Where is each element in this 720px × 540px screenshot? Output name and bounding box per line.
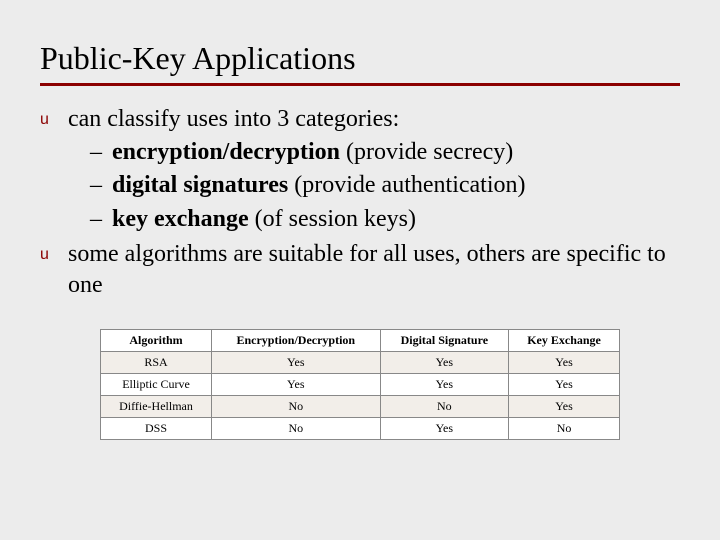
dash-icon: – — [90, 204, 112, 235]
bullet-icon: u — [40, 104, 68, 135]
dash-icon: – — [90, 137, 112, 168]
bullet-icon: u — [40, 239, 68, 301]
sub-text-rest: (of session keys) — [249, 206, 416, 232]
table-body: RSA Yes Yes Yes Elliptic Curve Yes Yes Y… — [101, 352, 620, 440]
sub-text-rest: (provide secrecy) — [340, 139, 513, 165]
sub-item-2: – digital signatures (provide authentica… — [90, 170, 680, 201]
table-row: RSA Yes Yes Yes — [101, 352, 620, 374]
bullet-item-1: u can classify uses into 3 categories: — [40, 104, 680, 135]
table-head: Algorithm Encryption/Decryption Digital … — [101, 330, 620, 352]
col-header: Digital Signature — [380, 330, 509, 352]
title-underline — [40, 83, 680, 86]
slide-body: u can classify uses into 3 categories: –… — [40, 104, 680, 301]
cell: Yes — [380, 418, 509, 440]
col-header: Encryption/Decryption — [212, 330, 381, 352]
sub-text-bold: key exchange — [112, 206, 249, 232]
cell: Yes — [509, 374, 620, 396]
cell: Yes — [380, 352, 509, 374]
cell: DSS — [101, 418, 212, 440]
sub-text: encryption/decryption (provide secrecy) — [112, 137, 680, 168]
sub-text: key exchange (of session keys) — [112, 204, 680, 235]
bullet-text: can classify uses into 3 categories: — [68, 104, 680, 135]
slide: Public-Key Applications u can classify u… — [0, 0, 720, 540]
bullet-text: some algorithms are suitable for all use… — [68, 239, 680, 301]
cell: Elliptic Curve — [101, 374, 212, 396]
cell: No — [509, 418, 620, 440]
sub-item-1: – encryption/decryption (provide secrecy… — [90, 137, 680, 168]
cell: Yes — [509, 396, 620, 418]
table-row: Elliptic Curve Yes Yes Yes — [101, 374, 620, 396]
algorithm-table: Algorithm Encryption/Decryption Digital … — [100, 329, 620, 440]
cell: RSA — [101, 352, 212, 374]
table-header-row: Algorithm Encryption/Decryption Digital … — [101, 330, 620, 352]
slide-title: Public-Key Applications — [40, 40, 680, 77]
cell: Diffie-Hellman — [101, 396, 212, 418]
table-row: DSS No Yes No — [101, 418, 620, 440]
sub-text-bold: encryption/decryption — [112, 139, 340, 165]
cell: Yes — [380, 374, 509, 396]
algorithm-table-wrap: Algorithm Encryption/Decryption Digital … — [100, 329, 620, 440]
cell: No — [380, 396, 509, 418]
sub-item-3: – key exchange (of session keys) — [90, 204, 680, 235]
table-row: Diffie-Hellman No No Yes — [101, 396, 620, 418]
sub-text: digital signatures (provide authenticati… — [112, 170, 680, 201]
cell: Yes — [509, 352, 620, 374]
col-header: Algorithm — [101, 330, 212, 352]
cell: Yes — [212, 374, 381, 396]
cell: No — [212, 396, 381, 418]
sub-text-bold: digital signatures — [112, 172, 288, 198]
bullet-item-2: u some algorithms are suitable for all u… — [40, 239, 680, 301]
cell: No — [212, 418, 381, 440]
sub-text-rest: (provide authentication) — [288, 172, 525, 198]
cell: Yes — [212, 352, 381, 374]
col-header: Key Exchange — [509, 330, 620, 352]
dash-icon: – — [90, 170, 112, 201]
